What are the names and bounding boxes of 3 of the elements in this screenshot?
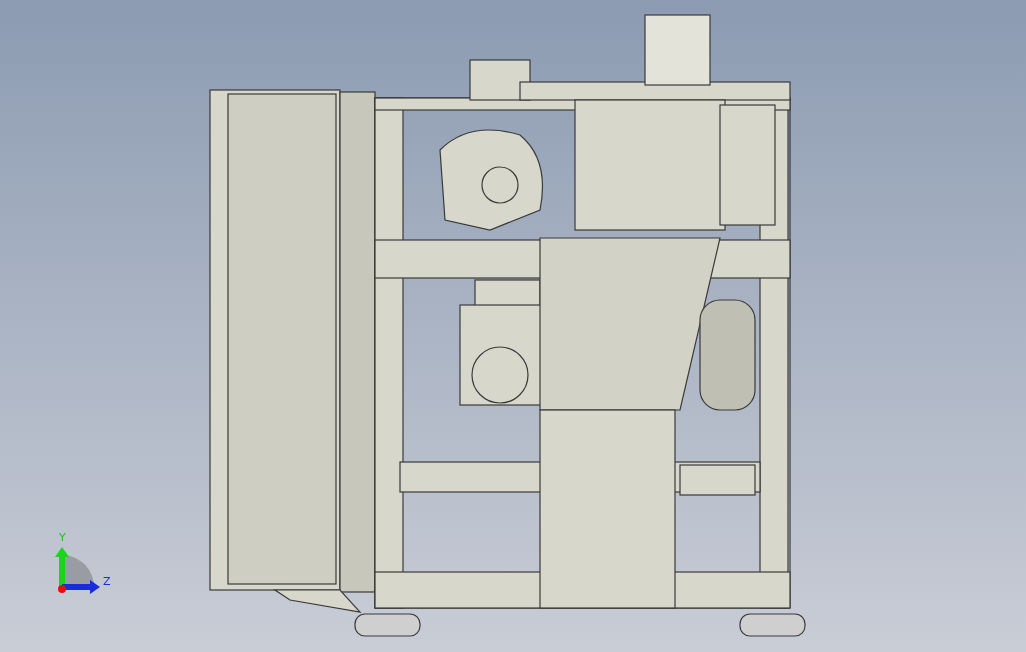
- axis-triad-icon: [55, 547, 100, 594]
- z-axis-label: Z: [103, 576, 111, 588]
- y-axis-label: Y: [59, 532, 66, 544]
